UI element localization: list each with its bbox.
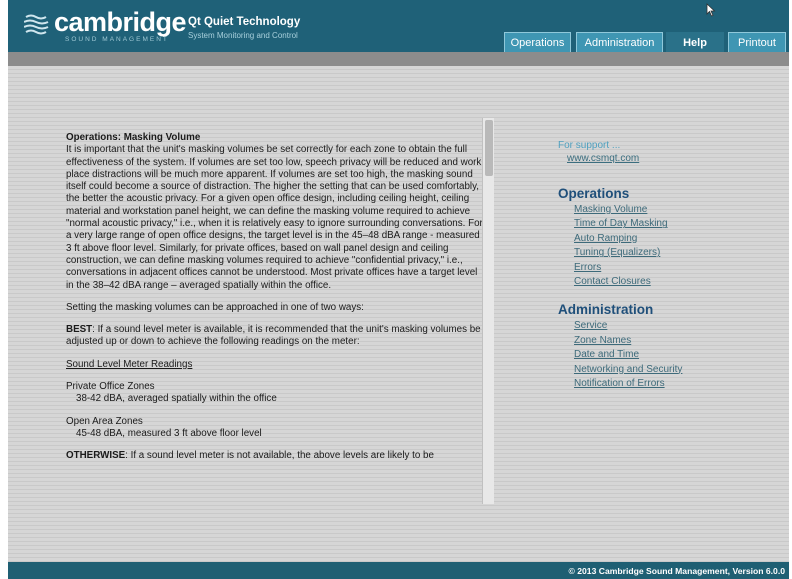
header: cambridge SOUND MANAGEMENT Qt Quiet Tech…: [8, 0, 789, 53]
main-panel: Operations: Masking Volume It is importa…: [8, 66, 789, 562]
list-item: Auto Ramping: [558, 231, 768, 245]
open-zone-block: Open Area Zones 45-48 dBA, measured 3 ft…: [66, 416, 484, 441]
approach-paragraph: Setting the masking volumes can be appro…: [66, 301, 364, 313]
tab-printout[interactable]: Printout: [728, 32, 786, 53]
tab-operations[interactable]: Operations: [504, 32, 571, 53]
link-time-of-day-masking[interactable]: Time of Day Masking: [574, 218, 668, 229]
private-zone-value: 38-42 dBA, averaged spatially within the…: [76, 393, 277, 405]
product-subtitle: System Monitoring and Control: [188, 31, 298, 40]
brand-subtitle: SOUND MANAGEMENT: [65, 36, 169, 43]
best-paragraph: BEST: If a sound level meter is availabl…: [66, 324, 484, 349]
administration-section-title: Administration: [558, 302, 654, 318]
operations-section-title: Operations: [558, 186, 630, 201]
list-item: Tuning (Equalizers): [558, 245, 768, 259]
otherwise-label: OTHERWISE: [66, 450, 126, 462]
link-contact-closures[interactable]: Contact Closures: [574, 276, 651, 287]
list-item: Time of Day Masking: [558, 216, 768, 230]
tab-help[interactable]: Help: [666, 32, 724, 53]
brand-name: cambridge: [54, 7, 187, 37]
content-scrollbar[interactable]: [482, 118, 494, 504]
best-text: : If a sound level meter is available, i…: [66, 324, 481, 348]
sidebar: For support ... www.csmqt.com Operations…: [558, 140, 768, 390]
link-networking-and-security[interactable]: Networking and Security: [574, 364, 682, 375]
list-item: Masking Volume: [558, 202, 768, 216]
link-service[interactable]: Service: [574, 320, 607, 331]
administration-list: Service Zone Names Date and Time Network…: [558, 318, 768, 390]
otherwise-text: : If a sound level meter is not availabl…: [125, 450, 434, 462]
otherwise-paragraph: OTHERWISE: If a sound level meter is not…: [66, 450, 484, 462]
link-masking-volume[interactable]: Masking Volume: [574, 204, 647, 215]
copyright-text: © 2013 Cambridge Sound Management, Versi…: [568, 566, 785, 576]
scrollbar-thumb[interactable]: [485, 120, 493, 176]
list-item: Errors: [558, 260, 768, 274]
link-auto-ramping[interactable]: Auto Ramping: [574, 233, 637, 244]
support-label: For support ...: [558, 140, 621, 151]
link-notification-of-errors[interactable]: Notification of Errors: [574, 378, 665, 389]
footer: © 2013 Cambridge Sound Management, Versi…: [8, 562, 789, 579]
link-zone-names[interactable]: Zone Names: [574, 335, 631, 346]
product-name: Qt Quiet Technology: [188, 16, 301, 28]
list-item: Networking and Security: [558, 362, 768, 376]
link-errors[interactable]: Errors: [574, 262, 601, 273]
private-zone-block: Private Office Zones 38-42 dBA, averaged…: [66, 381, 484, 406]
help-content: Operations: Masking Volume It is importa…: [66, 132, 484, 492]
tab-administration[interactable]: Administration: [576, 32, 663, 53]
mouse-cursor-icon: [706, 3, 716, 17]
support-link[interactable]: www.csmqt.com: [567, 153, 768, 164]
list-item: Zone Names: [558, 333, 768, 347]
app-frame: cambridge SOUND MANAGEMENT Qt Quiet Tech…: [8, 0, 789, 579]
page-title: Operations: Masking Volume: [66, 132, 201, 143]
best-label: BEST: [66, 324, 93, 336]
intro-paragraph: It is important that the unit's masking …: [66, 144, 483, 291]
operations-list: Masking Volume Time of Day Masking Auto …: [558, 202, 768, 288]
list-item: Contact Closures: [558, 274, 768, 288]
sound-wave-logo-icon: [24, 14, 49, 35]
meter-heading: Sound Level Meter Readings: [66, 358, 193, 370]
link-tuning-equalizers[interactable]: Tuning (Equalizers): [574, 247, 660, 258]
list-item: Date and Time: [558, 347, 768, 361]
list-item: Service: [558, 318, 768, 332]
private-zone-label: Private Office Zones: [66, 381, 155, 393]
link-date-and-time[interactable]: Date and Time: [574, 349, 639, 360]
list-item: Notification of Errors: [558, 376, 768, 390]
open-zone-label: Open Area Zones: [66, 415, 143, 427]
open-zone-value: 45-48 dBA, measured 3 ft above floor lev…: [76, 427, 262, 439]
status-strip: [8, 52, 789, 66]
